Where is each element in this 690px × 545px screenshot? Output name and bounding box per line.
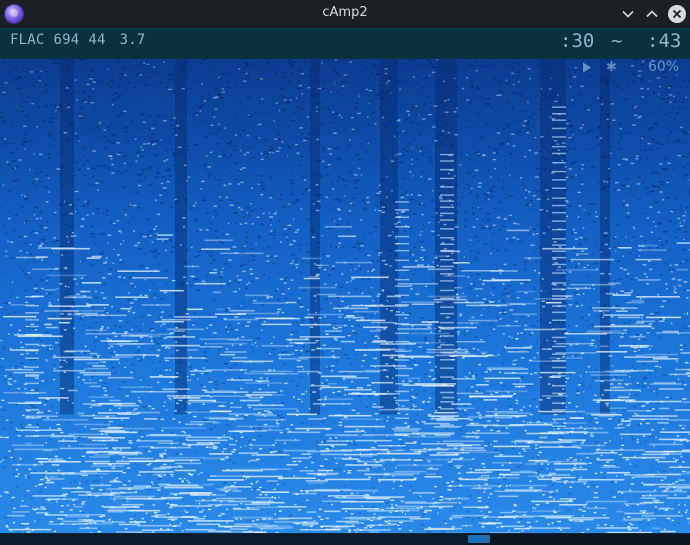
maximize-button[interactable] xyxy=(642,4,662,24)
codec-label: FLAC xyxy=(10,32,45,48)
spectrogram-band xyxy=(175,59,187,415)
position-time[interactable]: :30 xyxy=(560,30,594,52)
close-icon xyxy=(668,5,686,23)
title-bar: cAmp2 xyxy=(0,0,690,28)
close-button[interactable] xyxy=(667,4,687,24)
track-info-bar: FLAC 694 44 3.7 :30 ~ :43 xyxy=(0,28,690,59)
file-size-label: 3.7 xyxy=(120,32,146,48)
chevron-down-icon xyxy=(621,7,635,21)
duration-time: :43 xyxy=(647,30,681,52)
spectrogram-view[interactable] xyxy=(0,59,690,533)
seek-progress xyxy=(0,534,468,545)
spectrogram-canvas xyxy=(0,59,690,533)
overlay-controls: ✱ 60% xyxy=(576,60,688,76)
play-icon[interactable] xyxy=(582,62,592,73)
time-separator: ~ xyxy=(611,30,622,52)
sample-rate-label: 44 xyxy=(88,32,105,48)
minimize-button[interactable] xyxy=(618,4,638,24)
seek-handle[interactable] xyxy=(468,535,490,543)
window-title: cAmp2 xyxy=(0,5,690,20)
star-icon[interactable]: ✱ xyxy=(606,60,617,75)
chevron-up-icon xyxy=(645,7,659,21)
bitrate-label: 694 xyxy=(54,32,80,48)
format-info: FLAC 694 44 3.7 xyxy=(10,32,155,48)
volume-level[interactable]: 60% xyxy=(648,59,679,75)
seek-bar[interactable] xyxy=(0,533,690,545)
